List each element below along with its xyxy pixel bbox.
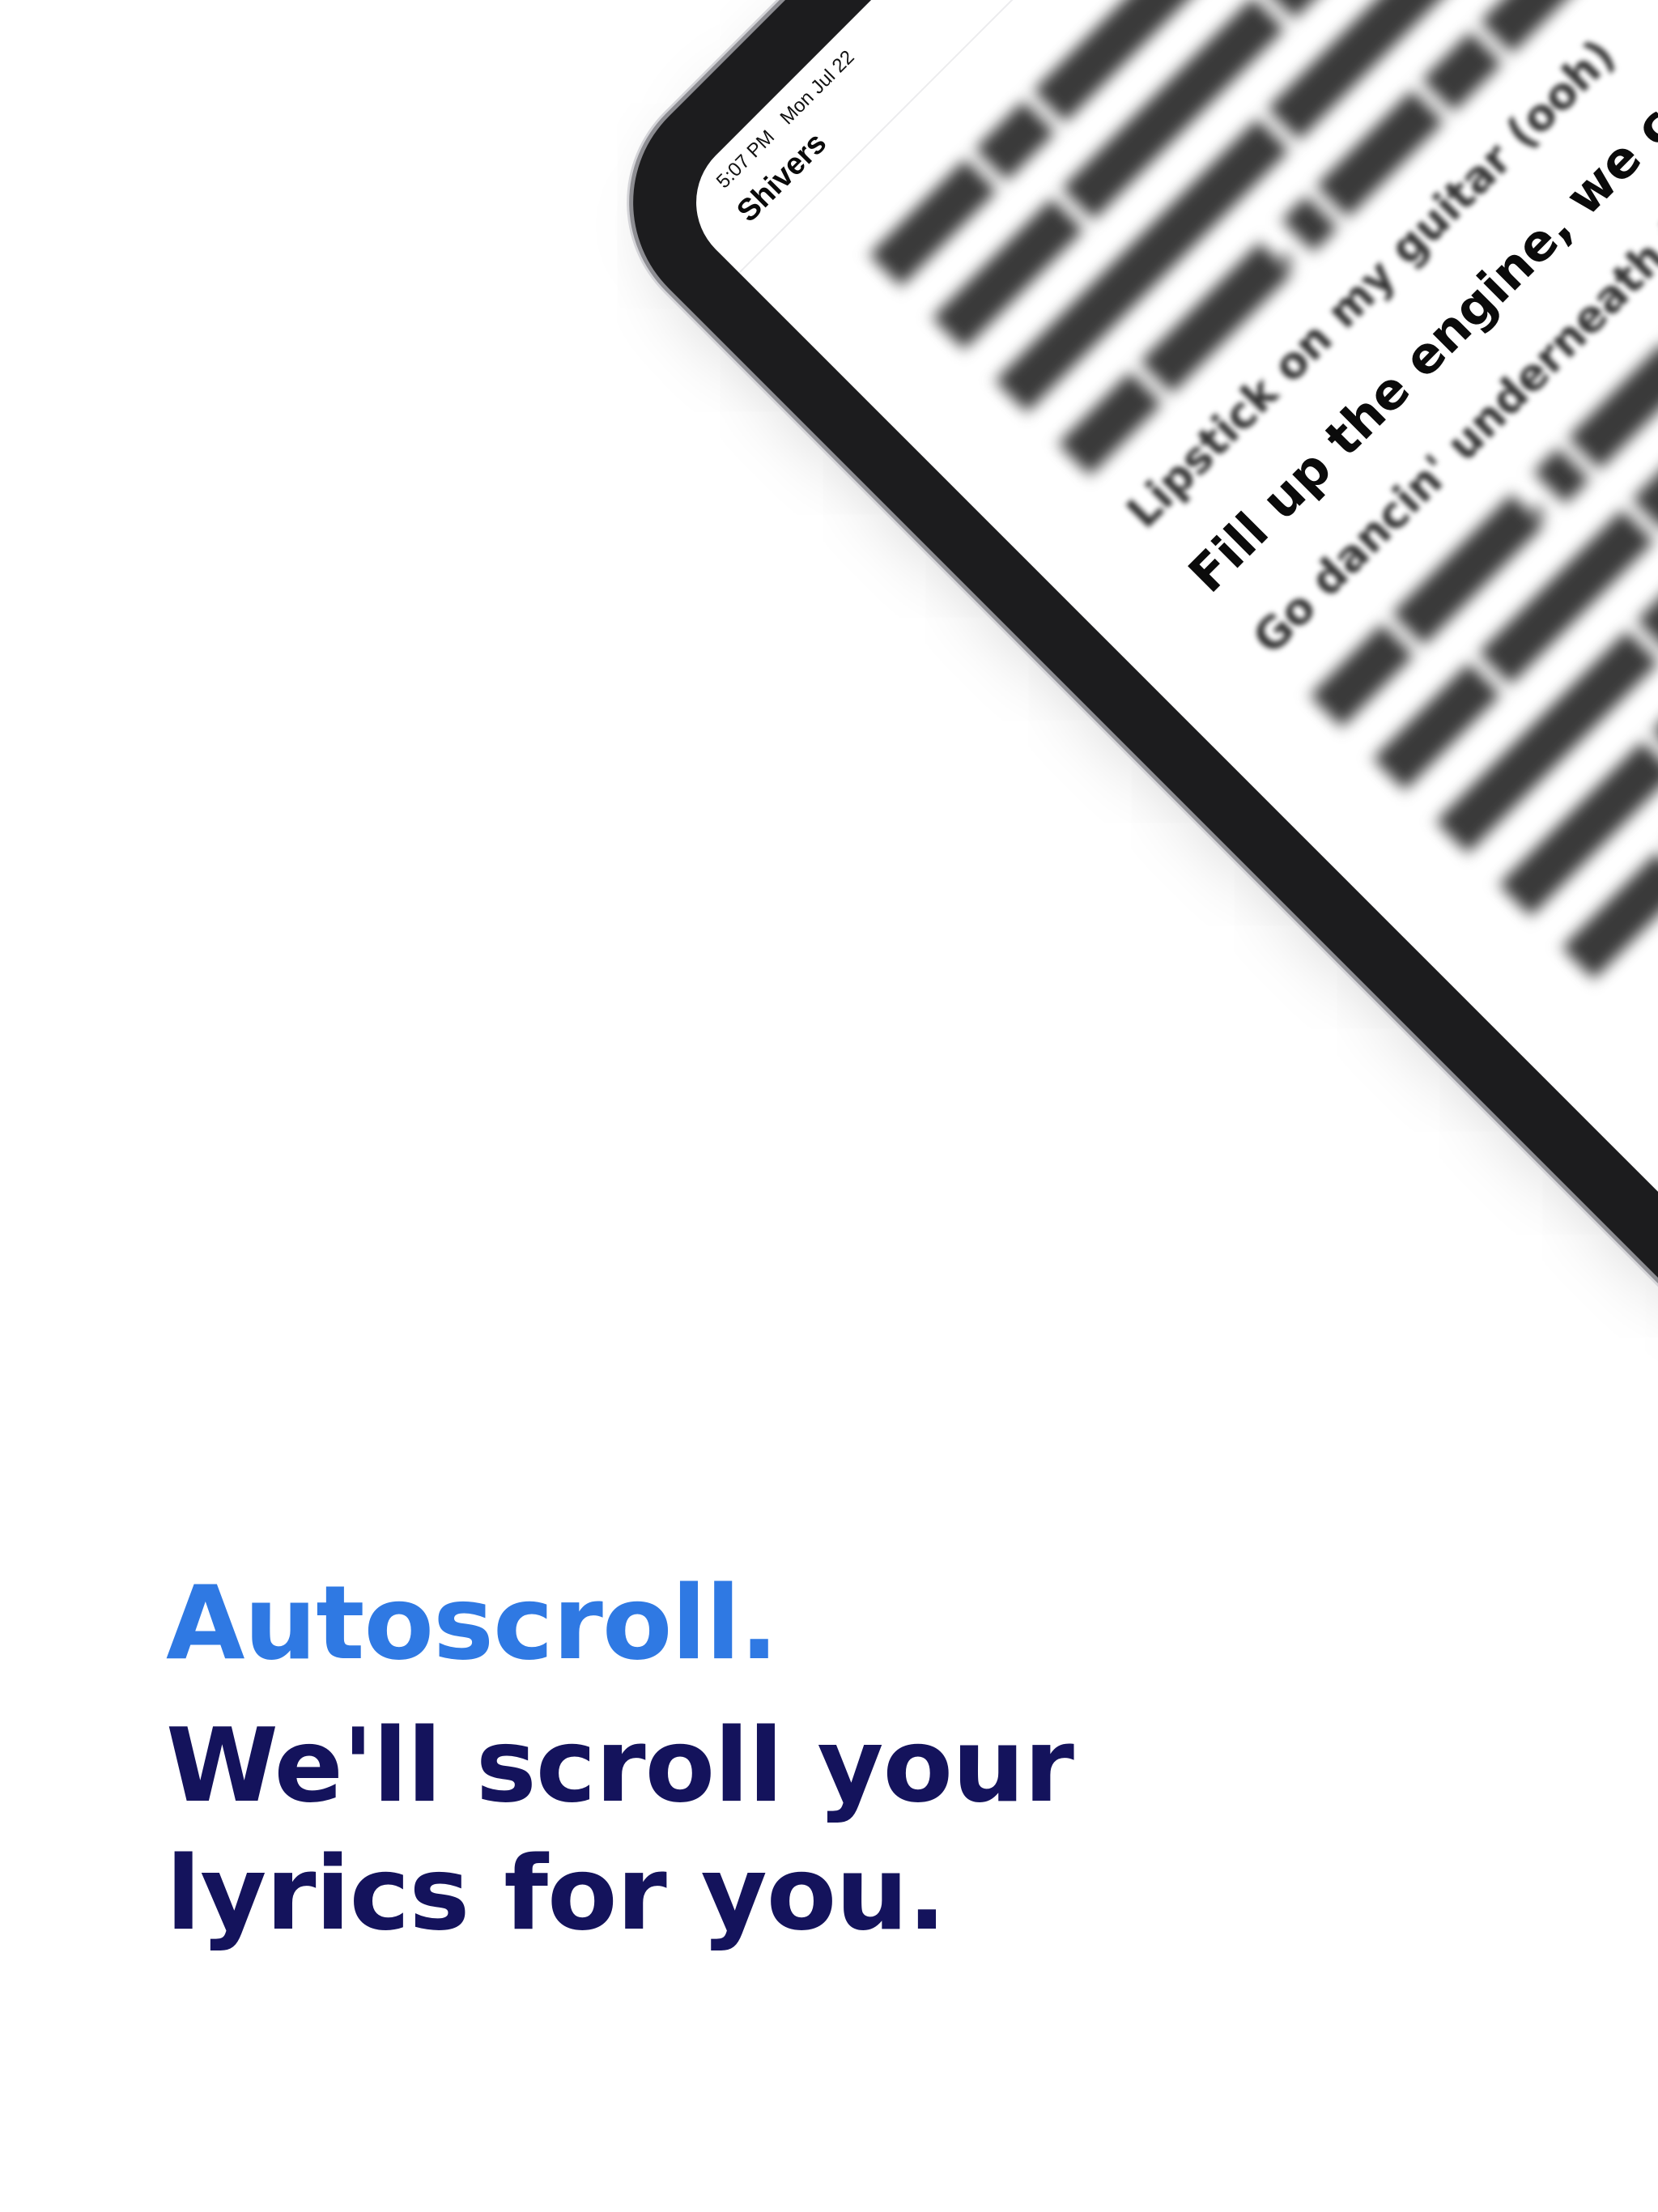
headline-accent: Autoscroll. xyxy=(166,1563,779,1682)
marketing-headline: Autoscroll. We'll scroll your lyrics for… xyxy=(166,1563,1074,1958)
lyrics-view[interactable]: ▇▇▇▇ ▇▇ ▇▇▇▇▇▇▇▇ ▇▇ ▇▇▇ ▇▇▇▇▇▇ ▇▇▇▇▇ ▇▇▇… xyxy=(852,0,1658,993)
headline-line-1: We'll scroll your xyxy=(166,1706,1074,1825)
promo-canvas: 5:07 PM Mon Jul 22 Shivers ▇▇▇▇ ▇▇ ▇▇▇▇▇… xyxy=(0,0,1658,2212)
headline-line-2: lyrics for you. xyxy=(166,1834,946,1953)
status-date: Mon Jul 22 xyxy=(776,46,859,130)
device-screen: 5:07 PM Mon Jul 22 Shivers ▇▇▇▇ ▇▇ ▇▇▇▇▇… xyxy=(669,0,1658,1835)
song-title: Shivers xyxy=(730,125,834,229)
